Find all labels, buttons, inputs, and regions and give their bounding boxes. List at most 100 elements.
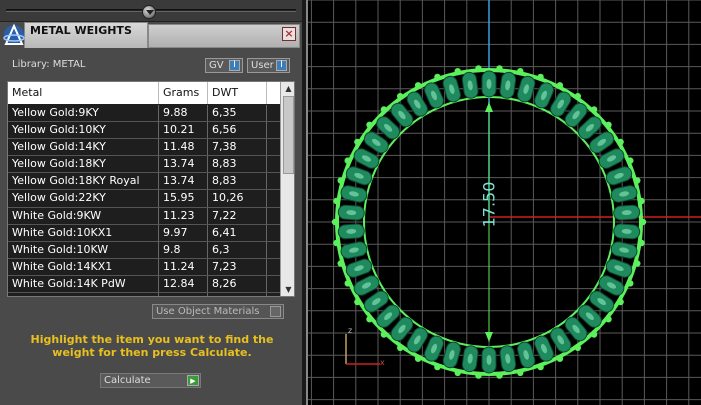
ring-prong <box>617 298 624 306</box>
column-header-dwt[interactable]: DWT <box>212 86 238 99</box>
instruction-text: Highlight the item you want to find the … <box>30 333 274 359</box>
ring-prong <box>496 65 503 72</box>
splitter-knob[interactable] <box>142 5 156 19</box>
ring-prong <box>337 260 344 267</box>
table-scrollbar[interactable]: ▲ ▼ <box>280 82 294 296</box>
gv-toggle-icon: I <box>229 60 240 71</box>
ring-prong <box>556 82 564 89</box>
ring-stone-highlight <box>486 79 492 89</box>
calculate-dropdown[interactable]: Calculate ▶ <box>100 373 201 388</box>
ring-prong <box>354 298 361 306</box>
column-header-grams[interactable]: Grams <box>163 86 199 99</box>
table-row[interactable]: Yellow Gold:9KY 9.88 6,35 <box>8 105 280 123</box>
ring-prong <box>414 82 422 89</box>
ring-prong <box>634 260 641 267</box>
close-button[interactable]: × <box>282 27 296 41</box>
cell-metal: Yellow Gold:14KY <box>12 140 106 154</box>
cell-metal: White Gold:14KX1 <box>12 259 113 273</box>
column-divider <box>158 173 159 190</box>
cell-grams: 13.74 <box>163 174 195 188</box>
panel-splitter-bar[interactable] <box>0 0 302 22</box>
ring-prong <box>366 121 373 128</box>
scroll-down-icon[interactable]: ▼ <box>284 285 293 294</box>
use-object-materials-checkbox[interactable]: Use Object Materials <box>152 304 284 319</box>
dimension-arrow-top <box>485 102 493 112</box>
column-divider <box>266 156 267 173</box>
column-divider <box>207 156 208 173</box>
column-divider <box>207 82 208 104</box>
ring-prong <box>380 106 388 113</box>
cell-grams: 12.84 <box>163 276 195 290</box>
calculate-label: Calculate <box>104 375 151 386</box>
cell-dwt: 7,22 <box>212 208 237 222</box>
ring-prong <box>627 157 634 164</box>
cell-metal: Yellow Gold:22KY <box>12 191 106 205</box>
ring-prong <box>638 197 645 205</box>
user-toggle[interactable]: User I <box>247 58 290 73</box>
column-divider <box>266 173 267 190</box>
table-row[interactable]: White Gold:10KX1 9.97 6,41 <box>8 224 280 242</box>
ring-prong <box>638 239 645 247</box>
cell-metal: Yellow Gold:10KY <box>12 123 106 137</box>
column-divider <box>207 258 208 275</box>
ring-prong <box>366 316 373 323</box>
ring-prong <box>331 218 339 226</box>
user-toggle-label: User <box>251 60 274 71</box>
metal-table: Metal Grams DWT Yellow Gold:9KY 9.88 6,35 Y… <box>7 81 295 297</box>
cell-metal: White Gold:9KW <box>12 208 102 222</box>
ring-prong <box>617 138 624 146</box>
column-divider <box>207 105 208 122</box>
dimension-label: 17.50 <box>479 181 499 228</box>
ring-prong <box>475 372 482 379</box>
cell-grams: 15.95 <box>163 191 195 205</box>
column-divider <box>158 156 159 173</box>
ring-prong <box>634 177 641 184</box>
panel-title-bar: METAL WEIGHTS × <box>0 22 302 48</box>
ring-prong <box>333 239 340 247</box>
column-divider <box>207 224 208 241</box>
column-divider <box>266 241 267 258</box>
column-header-metal[interactable]: Metal <box>12 86 42 99</box>
column-divider <box>207 293 208 296</box>
3d-viewport[interactable]: 17.50 z x <box>306 0 701 405</box>
column-divider <box>207 139 208 156</box>
column-divider <box>207 173 208 190</box>
cell-dwt: 7,23 <box>212 259 237 273</box>
column-divider <box>207 190 208 207</box>
cell-grams: 9.97 <box>163 225 188 239</box>
scroll-up-icon[interactable]: ▲ <box>284 84 293 93</box>
ring-prong <box>354 138 361 146</box>
table-row[interactable]: Yellow Gold:18KY Royal 13.74 8,83 <box>8 173 280 191</box>
checkbox-icon <box>270 306 281 317</box>
gv-toggle[interactable]: GV I <box>205 58 243 73</box>
scroll-thumb[interactable] <box>283 96 294 174</box>
table-row[interactable]: Yellow Gold:22KY 15.95 10,26 <box>8 190 280 208</box>
column-divider <box>266 224 267 241</box>
table-row[interactable]: White Gold:14KW 9.97 6,41 <box>8 293 280 296</box>
library-label: Library: METAL <box>12 59 86 70</box>
column-divider <box>266 293 267 296</box>
table-row[interactable]: White Gold:9KW 11.23 7,22 <box>8 207 280 225</box>
play-icon[interactable]: ▶ <box>187 375 199 386</box>
table-row[interactable]: White Gold:10KW 9.8 6,3 <box>8 241 280 259</box>
viewport-canvas[interactable] <box>308 0 701 405</box>
cell-grams: 11.23 <box>163 208 195 222</box>
table-row[interactable]: Yellow Gold:14KY 11.48 7,38 <box>8 139 280 157</box>
cell-grams: 11.48 <box>163 140 195 154</box>
user-toggle-icon: I <box>276 60 287 71</box>
cell-dwt: 10,26 <box>212 191 244 205</box>
cell-grams: 9.8 <box>163 242 181 256</box>
ring-prong <box>537 73 544 81</box>
table-row[interactable]: White Gold:14KX1 11.24 7,23 <box>8 258 280 276</box>
ring-prong <box>590 106 598 113</box>
ring-prong <box>574 93 581 100</box>
table-row[interactable]: White Gold:14K PdW 12.84 8,26 <box>8 275 280 294</box>
axis-x-label: x <box>380 358 385 367</box>
ring-prong <box>454 68 461 75</box>
table-row[interactable]: Yellow Gold:10KY 10.21 6,56 <box>8 122 280 140</box>
table-row[interactable]: Yellow Gold:18KY 13.74 8,83 <box>8 156 280 174</box>
ring-prong <box>434 73 441 81</box>
ring-prong <box>496 372 503 379</box>
panel-title: METAL WEIGHTS <box>30 24 132 37</box>
cell-dwt: 8,83 <box>212 157 237 171</box>
